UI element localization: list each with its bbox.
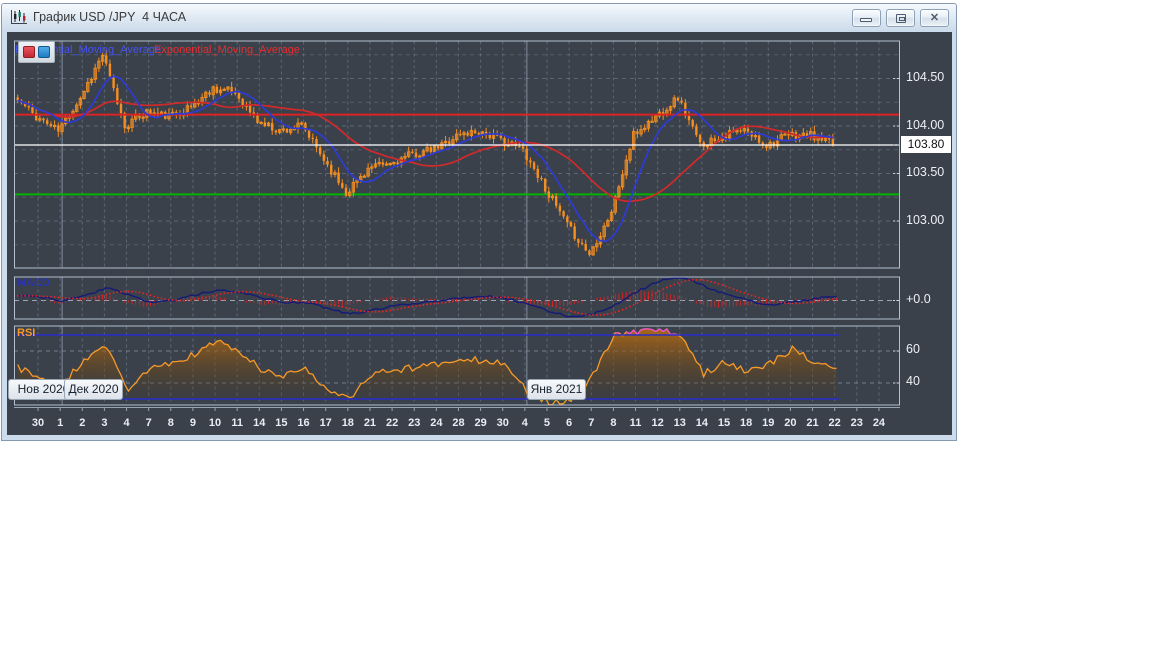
x-axis-label: 30 [497,417,509,429]
x-axis-label: 21 [364,417,376,429]
x-axis-label: 22 [386,417,398,429]
chart-canvas[interactable] [7,32,952,435]
ma1-color-button[interactable] [23,46,35,58]
window-titlebar[interactable]: График USD /JPY 4 ЧАСА ✕ [2,4,956,31]
price-axis-label: 103.00 [906,213,944,227]
x-axis-label: 17 [320,417,332,429]
x-axis-label: 6 [566,417,572,429]
x-axis-label: 16 [297,417,309,429]
close-icon: ✕ [921,11,948,24]
x-axis-label: 11 [630,417,642,429]
restore-button[interactable] [886,9,915,27]
restore-icon [896,14,906,23]
indicator-buttons-tile [18,41,55,63]
x-axis-label: 9 [190,417,196,429]
x-axis-label: 24 [430,417,442,429]
x-axis-label: 8 [168,417,174,429]
x-axis-label: 14 [253,417,265,429]
x-axis-label: 14 [696,417,708,429]
price-axis-label: 103.50 [906,165,944,179]
x-axis-label: 8 [610,417,616,429]
window-chart-icon [10,9,28,25]
rsi-panel-label: RSI [17,327,35,339]
x-axis-label: 11 [231,417,243,429]
x-axis-label: 7 [588,417,594,429]
minimize-icon [860,18,872,22]
price-axis-label: 104.50 [906,70,944,84]
ma2-color-button[interactable] [38,46,50,58]
x-axis-label: 23 [408,417,420,429]
window-title: График USD /JPY 4 ЧАСА [33,4,186,31]
x-axis-label: 29 [474,417,486,429]
x-axis-label: 23 [851,417,863,429]
current-price-badge: 103.80 [901,136,951,153]
macd-axis-label: +0.0 [906,292,931,306]
x-axis-label: 4 [522,417,528,429]
macd-panel-label: MACD [17,277,50,289]
x-axis-label: 18 [740,417,752,429]
x-axis-label: 3 [101,417,107,429]
x-axis-label: 15 [275,417,287,429]
x-axis-label: 28 [452,417,464,429]
x-axis-label: 19 [762,417,774,429]
x-axis-label: 4 [123,417,129,429]
x-axis-label: 13 [674,417,686,429]
x-axis-label: 21 [806,417,818,429]
x-axis-label: 7 [146,417,152,429]
rsi-axis-label-40: 40 [906,374,920,388]
x-axis-label: 24 [873,417,885,429]
x-axis-label: 30 [32,417,44,429]
x-axis-label: 10 [209,417,221,429]
x-axis-label: 5 [544,417,550,429]
close-button[interactable]: ✕ [920,9,949,27]
x-axis-label: 18 [342,417,354,429]
chart-window: График USD /JPY 4 ЧАСА ✕ Exponential_Mov… [1,3,957,441]
x-axis-label: 12 [652,417,664,429]
legend-ma2-label: Exponential_Moving_Average [154,44,300,56]
x-axis-label: 22 [829,417,841,429]
x-axis-label: 20 [784,417,796,429]
price-axis-label: 104.00 [906,118,944,132]
month-marker-jan: Янв 2021 [527,379,586,400]
x-axis-label: 2 [79,417,85,429]
rsi-axis-label-60: 60 [906,342,920,356]
x-axis-label: 15 [718,417,730,429]
minimize-button[interactable] [852,9,881,27]
x-axis-label: 1 [57,417,63,429]
chart-client-area: Exponential_Moving_Average Exponential_M… [7,32,952,435]
window-controls: ✕ [847,9,949,27]
month-marker-dec: Дек 2020 [64,379,123,400]
